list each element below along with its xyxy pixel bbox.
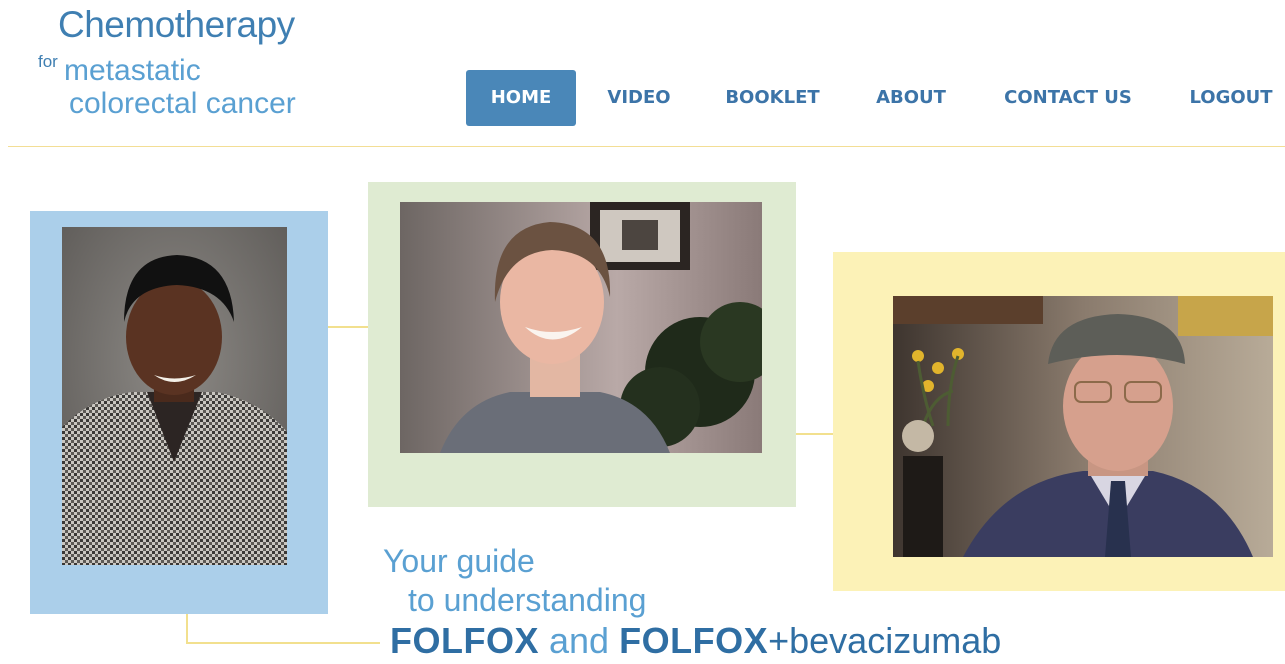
logo-title: Chemotherapy (58, 4, 295, 45)
drug-name-bevacizumab: bevacizumab (789, 620, 1002, 661)
logo-for: for (38, 52, 58, 71)
site-logo[interactable]: Chemotherapy for metastatic colorectal c… (0, 0, 340, 130)
tagline-line-2: to understanding (408, 582, 647, 618)
patient-photo-1 (62, 227, 287, 565)
nav-about[interactable]: ABOUT (869, 70, 953, 126)
nav-video[interactable]: VIDEO (599, 70, 679, 126)
tagline-line-1: Your guide (383, 543, 535, 579)
tagline-and: and (549, 620, 610, 661)
nav-contact-us[interactable]: CONTACT US (998, 70, 1138, 126)
patient-photo-2 (400, 202, 762, 453)
header-divider (8, 146, 1285, 147)
connector-line (186, 642, 380, 644)
patient-photo-3 (893, 296, 1273, 557)
nav-logout[interactable]: LOGOUT (1183, 70, 1279, 126)
nav-booklet[interactable]: BOOKLET (720, 70, 825, 126)
nav-home[interactable]: HOME (466, 70, 576, 126)
tagline-line-3: FOLFOX and FOLFOX+bevacizumab (390, 620, 1001, 662)
logo-subtitle-2: colorectal cancer (69, 87, 296, 120)
logo-subtitle-1: metastatic (64, 54, 201, 87)
drug-name-folfox: FOLFOX (619, 620, 769, 661)
drug-name-folfox: FOLFOX (390, 620, 539, 661)
tagline-plus: + (768, 620, 790, 661)
